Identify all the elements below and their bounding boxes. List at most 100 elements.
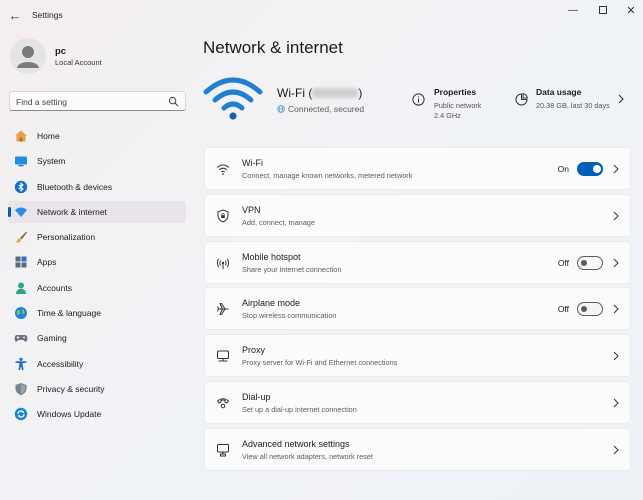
brush-icon (16, 231, 27, 243)
accessibility-icon (15, 357, 27, 370)
chevron-right-icon (613, 258, 619, 267)
card-subtitle: Add, connect, manage (242, 217, 316, 227)
network-name-suffix: ) (358, 86, 363, 100)
globe-icon (15, 307, 27, 320)
search-icon[interactable] (168, 96, 179, 107)
wifi-large-icon (203, 77, 263, 120)
sidebar-item-accessibility[interactable]: Accessibility (8, 353, 186, 375)
hotspot-toggle-state: Off (557, 257, 569, 268)
card-vpn[interactable]: VPN Add, connect, manage (204, 193, 631, 237)
sidebar-item-home[interactable]: Home (8, 125, 186, 147)
data-usage-icon[interactable] (515, 93, 528, 106)
redacted-ssid (312, 88, 359, 98)
sidebar-nav: Home System Bluetooth & devices Network … (8, 125, 186, 429)
page-title: Network & internet (203, 38, 343, 57)
apps-icon (15, 256, 27, 268)
sidebar-item-label: Bluetooth & devices (37, 181, 113, 192)
wifi-icon (216, 164, 230, 175)
card-dial-up[interactable]: Dial-up Set up a dial-up internet connec… (204, 380, 631, 424)
accounts-icon (15, 282, 27, 294)
sidebar-item-personalization[interactable]: Personalization (8, 226, 186, 248)
card-title: Proxy (242, 345, 266, 356)
sidebar-item-bluetooth[interactable]: Bluetooth & devices (8, 176, 186, 198)
info-icon[interactable] (412, 93, 425, 106)
update-icon (14, 408, 28, 421)
sidebar-item-label: Network & internet (37, 206, 107, 217)
toggle-knob (581, 259, 587, 266)
airplane-toggle[interactable] (577, 302, 603, 317)
card-airplane-mode[interactable]: Airplane mode Stop wireless communicatio… (204, 287, 631, 331)
properties-link[interactable]: Properties (434, 87, 476, 97)
airplane-icon (217, 303, 229, 316)
toggle-knob (593, 165, 601, 173)
close-button[interactable]: ✕ (619, 4, 643, 18)
sidebar-item-label: Home (37, 131, 60, 141)
avatar[interactable] (10, 38, 46, 74)
title-bar: ← Settings — ✕ (0, 0, 643, 32)
maximize-button[interactable] (591, 4, 615, 18)
chevron-right-icon[interactable] (617, 93, 625, 105)
wifi-toggle[interactable] (577, 162, 603, 176)
connection-status-text: Connected, secured (288, 104, 365, 114)
card-title: Dial-up (242, 391, 271, 402)
network-band: 2.4 GHz (434, 111, 461, 120)
user-avatar-icon (17, 46, 39, 68)
card-title: Airplane mode (242, 298, 301, 309)
sidebar-item-label: Personalization (37, 232, 96, 243)
sidebar-item-time-language[interactable]: Time & language (8, 302, 186, 324)
airplane-toggle-state: Off (557, 304, 569, 315)
data-usage-amount: 20.38 GB, last 30 days (536, 101, 610, 110)
connection-status: Connected, secured (277, 104, 364, 114)
hotspot-icon (216, 258, 230, 269)
sidebar-item-privacy-security[interactable]: Privacy & security (8, 378, 186, 400)
sidebar-item-network[interactable]: Network & internet (8, 200, 186, 223)
chevron-right-icon (613, 305, 619, 314)
connected-network-name[interactable]: Wi-Fi () (277, 86, 362, 100)
card-title: Wi-Fi (242, 158, 263, 168)
proxy-icon (217, 350, 229, 362)
window-title: Settings (32, 10, 63, 20)
sidebar-item-system[interactable]: System (8, 150, 186, 172)
card-title: Advanced network settings (242, 438, 350, 449)
sidebar-item-windows-update[interactable]: Windows Update (8, 403, 186, 425)
sidebar-item-label: Time & language (37, 308, 101, 319)
card-title: Mobile hotspot (242, 251, 301, 262)
search-input[interactable] (16, 95, 166, 108)
data-usage-link[interactable]: Data usage (536, 87, 581, 97)
card-subtitle: Share your internet connection (242, 264, 342, 274)
sidebar-item-label: Accounts (37, 282, 72, 293)
card-subtitle: Proxy server for Wi-Fi and Ethernet conn… (242, 358, 398, 368)
sidebar-item-label: Gaming (37, 333, 67, 344)
advanced-network-icon (217, 443, 229, 457)
card-subtitle: Stop wireless communication (242, 311, 337, 321)
sidebar-item-accounts[interactable]: Accounts (8, 277, 186, 299)
card-mobile-hotspot[interactable]: Mobile hotspot Share your internet conne… (204, 240, 631, 284)
search-box[interactable] (9, 91, 186, 111)
hotspot-toggle[interactable] (577, 255, 603, 270)
card-advanced-network-settings[interactable]: Advanced network settings View all netwo… (204, 427, 631, 471)
wifi-toggle-state: On (557, 164, 569, 174)
card-title: VPN (242, 204, 261, 215)
chevron-right-icon (613, 398, 619, 408)
sidebar-item-apps[interactable]: Apps (8, 251, 186, 273)
toggle-knob (581, 306, 587, 313)
sidebar-item-gaming[interactable]: Gaming (8, 327, 186, 349)
chevron-right-icon (613, 211, 619, 221)
sidebar-item-label: Apps (37, 257, 57, 268)
card-subtitle: Connect, manage known networks, metered … (242, 171, 413, 180)
bluetooth-icon (14, 180, 28, 193)
account-type: Local Account (55, 58, 102, 67)
card-subtitle: View all network adapters, network reset (242, 451, 373, 461)
chevron-right-icon (613, 445, 619, 455)
gaming-icon (14, 335, 28, 343)
back-arrow-icon[interactable]: ← (6, 7, 24, 25)
home-icon (15, 130, 27, 142)
network-icon (15, 207, 27, 217)
dialup-icon (217, 398, 229, 409)
card-wifi[interactable]: Wi-Fi Connect, manage known networks, me… (204, 147, 631, 190)
card-proxy[interactable]: Proxy Proxy server for Wi-Fi and Etherne… (204, 334, 631, 378)
shield-icon (15, 382, 27, 396)
minimize-button[interactable]: — (561, 4, 585, 18)
card-subtitle: Set up a dial-up internet connection (242, 404, 357, 414)
sidebar-item-label: System (37, 156, 66, 167)
